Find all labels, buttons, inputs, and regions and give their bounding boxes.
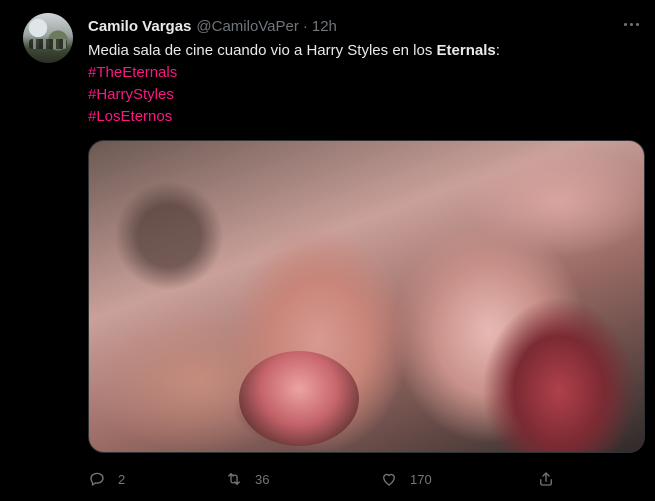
share-icon bbox=[537, 470, 555, 488]
tweet-actions: 2 36 170 bbox=[0, 466, 655, 492]
reply-button[interactable]: 2 bbox=[88, 466, 125, 492]
author-name[interactable]: Camilo Vargas bbox=[88, 18, 191, 35]
reply-icon bbox=[88, 470, 106, 488]
tweet-text-suffix: : bbox=[495, 42, 500, 59]
retweet-icon bbox=[225, 470, 243, 488]
tweet-text: Media sala de cine cuando vio a Harry St… bbox=[88, 40, 500, 128]
reply-count: 2 bbox=[118, 471, 126, 487]
tweet-media-gif[interactable] bbox=[88, 140, 645, 453]
like-count: 170 bbox=[410, 471, 432, 487]
heart-icon bbox=[380, 470, 398, 488]
tweet-text-line: Media sala de cine cuando vio a Harry St… bbox=[88, 40, 500, 62]
hashtag-link[interactable]: #LosEternos bbox=[88, 106, 500, 128]
hashtag-link[interactable]: #TheEternals bbox=[88, 62, 500, 84]
like-button[interactable]: 170 bbox=[380, 466, 432, 492]
hashtag-link[interactable]: #HarryStyles bbox=[88, 84, 500, 106]
avatar[interactable] bbox=[23, 13, 73, 63]
author-handle[interactable]: @CamiloVaPer bbox=[196, 18, 298, 35]
tweet-card[interactable]: Camilo Vargas @CamiloVaPer · 12h Media s… bbox=[0, 0, 655, 501]
more-options-icon[interactable] bbox=[620, 14, 642, 34]
retweet-count: 36 bbox=[255, 471, 270, 487]
share-button[interactable] bbox=[537, 466, 555, 492]
tweet-text-prefix: Media sala de cine cuando vio a Harry St… bbox=[88, 42, 437, 59]
separator-dot: · bbox=[302, 17, 308, 35]
tweet-time[interactable]: 12h bbox=[312, 18, 337, 35]
tweet-text-bold: Eternals bbox=[436, 42, 496, 59]
retweet-button[interactable]: 36 bbox=[225, 466, 269, 492]
tweet-header: Camilo Vargas @CamiloVaPer · 12h bbox=[88, 16, 337, 36]
